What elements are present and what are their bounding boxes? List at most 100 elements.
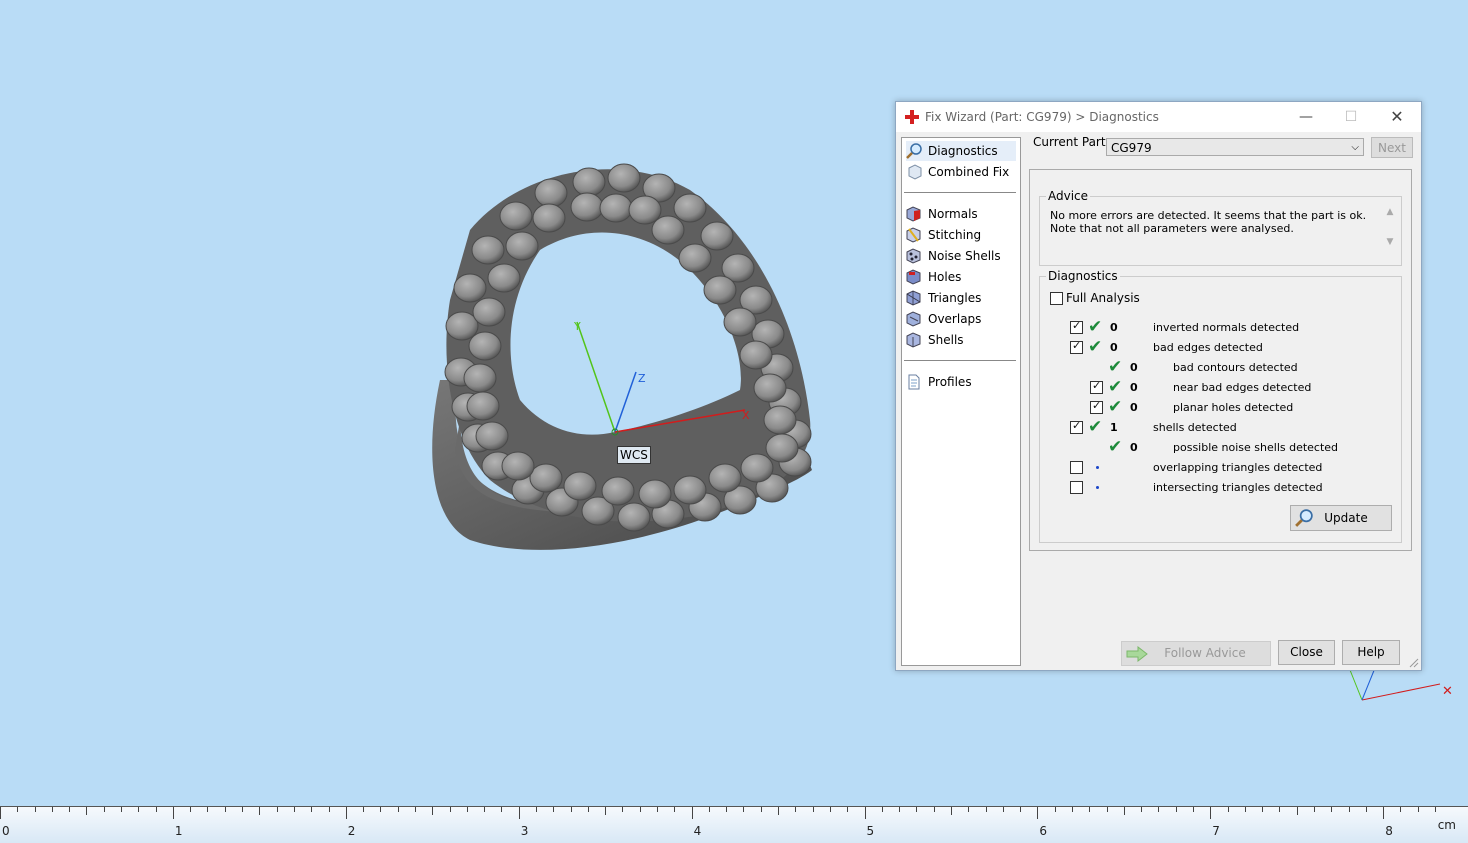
ring-bead [763, 405, 797, 435]
check-ok-icon: ✔ [1108, 397, 1123, 417]
ruler-tick-label: 2 [347, 824, 356, 838]
maximize-icon[interactable]: ☐ [1341, 108, 1361, 126]
ring-bead [563, 471, 597, 501]
planar-holes-checkbox[interactable] [1090, 399, 1103, 414]
triad-y-axis [1349, 669, 1363, 701]
full-analysis-checkbox[interactable] [1050, 292, 1063, 305]
ruler-tick-label: 7 [1212, 824, 1220, 838]
nav-item-diagnostics[interactable]: Diagnostics [906, 141, 1016, 161]
nav-label: Normals [928, 207, 978, 221]
nav-label: Noise Shells [928, 249, 1001, 263]
advice-text: No more errors are detected. It seems th… [1050, 209, 1367, 235]
bad-contours-label: bad contours detected [1173, 361, 1298, 374]
ring-bead [472, 297, 506, 327]
ring-bead [570, 192, 604, 222]
shells-cube-icon [906, 332, 921, 348]
nav-item-combined-fix[interactable]: Combined Fix [906, 162, 1016, 182]
nav-divider [904, 360, 1016, 361]
holes-cube-icon [906, 269, 921, 285]
near-bad-edges-count: 0 [1130, 381, 1138, 394]
ring-bead [471, 235, 505, 265]
ring-bead [740, 453, 774, 483]
ruler-tick-label: 0 [2, 824, 10, 838]
bad-edges-count: 0 [1110, 341, 1118, 354]
ring-bead [651, 215, 685, 245]
full-analysis-label: Full Analysis [1066, 291, 1140, 305]
ring-bead [673, 475, 707, 505]
advice-group: Advice No more errors are detected. It s… [1039, 189, 1402, 266]
nav-label: Combined Fix [928, 165, 1010, 179]
diagnostics-group: Diagnostics Full Analysis ✔ 0 inverted n… [1039, 269, 1402, 543]
near-bad-edges-label: near bad edges detected [1173, 381, 1312, 394]
triad-x-axis [1361, 683, 1441, 701]
close-icon[interactable]: ✕ [1387, 108, 1407, 126]
dialog-title: Fix Wizard (Part: CG979) > Diagnostics [925, 110, 1159, 124]
nav-item-stitching[interactable]: Stitching [906, 225, 1016, 245]
follow-advice-label: Follow Advice [1164, 646, 1246, 660]
next-button[interactable]: Next [1371, 137, 1413, 158]
pending-dot-icon [1096, 466, 1099, 469]
help-button[interactable]: Help [1342, 640, 1400, 665]
overlapping-triangles-checkbox[interactable] [1070, 461, 1083, 474]
intersecting-triangles-checkbox[interactable] [1070, 481, 1083, 494]
current-part-label: Current Part: [1033, 135, 1110, 149]
triad-z-axis [1361, 667, 1376, 701]
current-part-select[interactable]: CG979 ⌵ [1106, 138, 1364, 156]
ring-bead [499, 201, 533, 231]
nav-item-shells[interactable]: Shells [906, 330, 1016, 350]
shells-checkbox[interactable] [1070, 419, 1083, 434]
nav-label: Holes [928, 270, 962, 284]
diagnostics-panel: Advice No more errors are detected. It s… [1029, 169, 1412, 551]
check-ok-icon: ✔ [1088, 417, 1103, 437]
follow-advice-button[interactable]: Follow Advice [1121, 641, 1271, 666]
fix-wizard-dialog: Fix Wizard (Part: CG979) > Diagnostics —… [895, 101, 1422, 671]
nav-item-overlaps[interactable]: Overlaps [906, 309, 1016, 329]
ruler-unit: cm [1437, 818, 1456, 832]
check-ok-icon: ✔ [1108, 357, 1123, 377]
ring-bead [475, 421, 509, 451]
bad-edges-label: bad edges detected [1153, 341, 1263, 354]
nav-label: Triangles [928, 291, 982, 305]
advice-scrollbar[interactable]: ▲ ▼ [1383, 207, 1397, 255]
nav-item-normals[interactable]: Normals [906, 204, 1016, 224]
nav-item-noise-shells[interactable]: Noise Shells [906, 246, 1016, 266]
current-part-value: CG979 [1111, 141, 1152, 155]
noise-shells-label: possible noise shells detected [1173, 441, 1339, 454]
ring-bead [723, 307, 757, 337]
pending-dot-icon [1096, 486, 1099, 489]
shells-label: shells detected [1153, 421, 1237, 434]
chevron-down-icon: ⌵ [1351, 142, 1359, 153]
update-button[interactable]: Update [1290, 505, 1392, 531]
ring-bead [703, 275, 737, 305]
ring-bead [617, 502, 651, 532]
check-ok-icon: ✔ [1108, 437, 1123, 457]
check-ok-icon: ✔ [1108, 377, 1123, 397]
resize-grip-icon[interactable] [1409, 658, 1419, 668]
ring-bead [628, 195, 662, 225]
ring-bead [700, 221, 734, 251]
ring-bead [468, 331, 502, 361]
nav-item-profiles[interactable]: Profiles [906, 372, 1016, 392]
ring-bead [572, 167, 606, 197]
minimize-icon[interactable]: — [1296, 108, 1316, 126]
ruler-tick-label: 4 [693, 824, 702, 838]
ring-bead [463, 363, 497, 393]
red-cross-icon [905, 110, 919, 124]
wcs-y-label: Y [573, 320, 581, 333]
near-bad-edges-checkbox[interactable] [1090, 379, 1103, 394]
noise-shells-icon [906, 248, 921, 264]
inverted-normals-checkbox[interactable] [1070, 319, 1083, 334]
ring-bead [638, 479, 672, 509]
close-button[interactable]: Close [1278, 640, 1335, 665]
title-bar[interactable]: Fix Wizard (Part: CG979) > Diagnostics —… [896, 102, 1421, 132]
nav-label: Diagnostics [928, 144, 998, 158]
document-icon [908, 374, 920, 390]
wizard-nav: Diagnostics Combined Fix Normals Stitchi… [901, 137, 1021, 666]
nav-item-holes[interactable]: Holes [906, 267, 1016, 287]
bad-edges-checkbox[interactable] [1070, 339, 1083, 354]
triad-x-label: ✕ [1442, 684, 1453, 699]
nav-item-triangles[interactable]: Triangles [906, 288, 1016, 308]
ring-bead [708, 463, 742, 493]
planar-holes-label: planar holes detected [1173, 401, 1294, 414]
shells-count: 1 [1110, 421, 1118, 434]
